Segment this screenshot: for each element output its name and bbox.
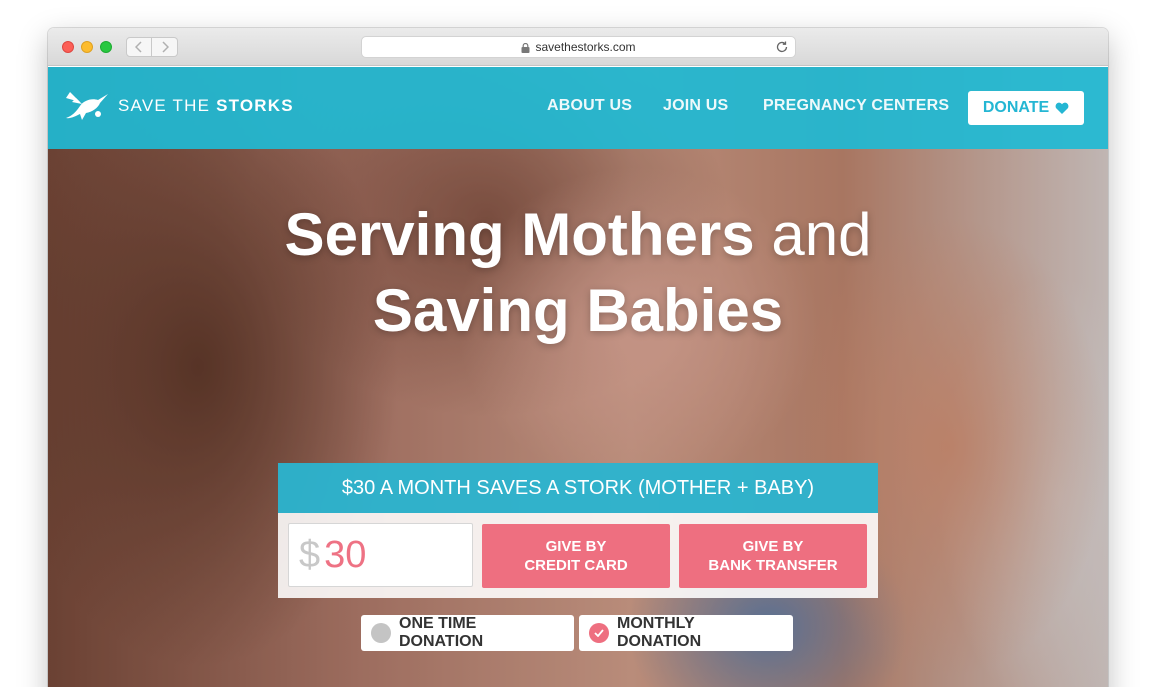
browser-window: savethestorks.com SAVE THE STORKS ABOUT … [48,28,1108,687]
amount-input[interactable]: $ 30 [288,523,473,587]
monthly-label: MONTHLY DONATION [617,615,702,650]
radio-checked-icon [589,623,609,643]
amount-value: 30 [324,533,367,576]
stork-icon [66,92,108,120]
site-logo[interactable]: SAVE THE STORKS [62,88,294,124]
url-text: savethestorks.com [535,40,636,54]
hero-title-line2: Saving Babies [372,277,784,344]
site-header: SAVE THE STORKS ABOUT US JOIN US PREGNAN… [48,67,1108,149]
donation-panel-body: $ 30 GIVE BY CREDIT CARD GIVE BY BANK TR… [278,513,878,598]
forward-button[interactable] [152,37,178,57]
minimize-window-button[interactable] [81,41,93,53]
nav-about-us[interactable]: ABOUT US [547,97,632,115]
lock-icon [521,43,530,53]
logo-text: SAVE THE STORKS [118,96,294,116]
checkmark-icon [594,629,604,637]
hero-title-bold: Serving Mothers [284,201,755,268]
credit-button-line1: GIVE BY [545,538,607,555]
chevron-right-icon [161,41,169,53]
give-by-bank-transfer-button[interactable]: GIVE BY BANK TRANSFER [679,524,867,588]
nav-pregnancy-centers[interactable]: PREGNANCY CENTERS [763,97,949,115]
logo-text-light: SAVE THE [118,96,211,115]
bank-button-line2: BANK TRANSFER [708,557,838,574]
donation-banner: $30 A MONTH SAVES A STORK (MOTHER + BABY… [278,463,878,513]
give-by-credit-card-button[interactable]: GIVE BY CREDIT CARD [482,524,670,588]
hero-title-line1: Serving Mothers and [48,197,1108,273]
logo-text-bold: STORKS [216,96,294,115]
donate-button-label: DONATE [982,99,1050,116]
chevron-left-icon [135,41,142,53]
donate-button[interactable]: DONATE [968,91,1084,125]
back-button[interactable] [126,37,152,57]
credit-button-line2: CREDIT CARD [524,557,628,574]
maximize-window-button[interactable] [100,41,112,53]
browser-titlebar: savethestorks.com [48,28,1108,66]
radio-unchecked-icon [371,623,391,643]
address-bar[interactable]: savethestorks.com [361,36,796,58]
nav-join-us[interactable]: JOIN US [663,97,728,115]
currency-symbol: $ [299,533,321,576]
page-content: SAVE THE STORKS ABOUT US JOIN US PREGNAN… [48,67,1108,687]
donation-panel: $30 A MONTH SAVES A STORK (MOTHER + BABY… [278,463,878,598]
close-window-button[interactable] [62,41,74,53]
monthly-donation-option[interactable]: MONTHLY DONATION [579,615,793,651]
hero-title: Serving Mothers and Saving Babies [48,197,1108,349]
hero-title-light: and [771,201,872,268]
one-time-donation-option[interactable]: ONE TIME DONATION [361,615,574,651]
reload-icon[interactable] [775,40,789,54]
bank-button-line1: GIVE BY [742,538,804,555]
one-time-label: ONE TIME DONATION [399,615,484,650]
heart-icon [1055,102,1069,114]
